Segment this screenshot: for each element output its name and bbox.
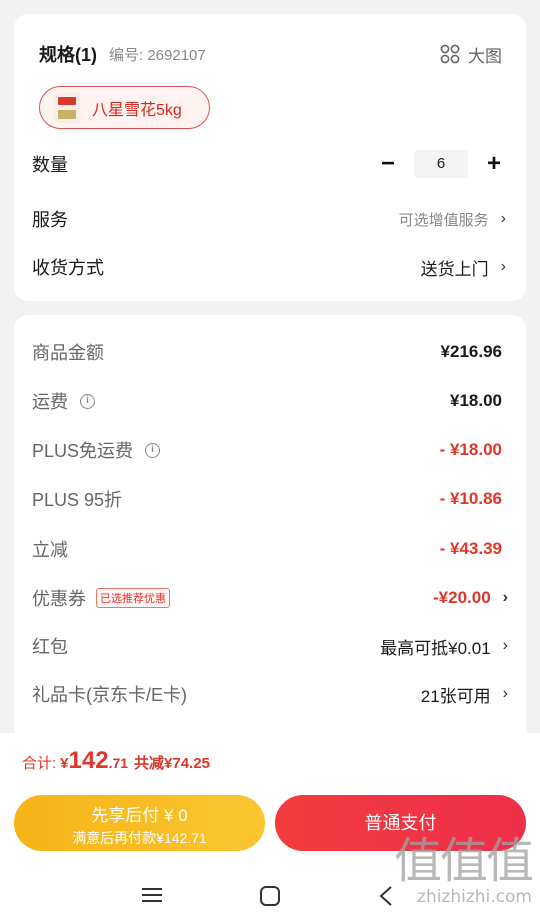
shipping-label: 运费 bbox=[32, 392, 68, 412]
home-icon[interactable] bbox=[259, 885, 281, 907]
total-integer: 142 bbox=[68, 747, 109, 774]
service-label: 服务 bbox=[32, 210, 68, 230]
service-value: 可选增值服务 bbox=[398, 211, 489, 229]
coupon-value: -¥20.00 bbox=[433, 588, 491, 607]
spec-header: 规格(1) 编号: 2692107 大图 bbox=[39, 42, 502, 66]
chevron-right-icon: › bbox=[502, 589, 508, 606]
system-nav-bar bbox=[0, 873, 540, 921]
product-thumbnail bbox=[54, 92, 80, 123]
pay-later-title: 先享后付 ¥ 0 bbox=[91, 806, 188, 825]
total-decimal: .71 bbox=[108, 755, 129, 771]
plus-free-shipping-label: PLUS免运费 bbox=[32, 441, 134, 461]
chevron-right-icon: › bbox=[500, 210, 506, 227]
price-row-shipping: 运费 i ¥18.00 bbox=[32, 388, 502, 414]
variant-label: 八星雪花5kg bbox=[92, 101, 182, 119]
price-row-plus-discount: PLUS 95折 - ¥10.86 bbox=[32, 486, 502, 512]
plus-free-shipping-value: - ¥18.00 bbox=[439, 440, 502, 459]
chevron-right-icon: › bbox=[500, 258, 506, 275]
sku-number: 编号: 2692107 bbox=[109, 46, 206, 64]
total-savings: 共减¥74.25 bbox=[134, 755, 210, 772]
price-row-goods: 商品金额 ¥216.96 bbox=[32, 339, 502, 365]
goods-amount-value: ¥216.96 bbox=[440, 342, 502, 361]
price-row-gift-card[interactable]: 礼品卡(京东卡/E卡) 21张可用 › bbox=[32, 681, 508, 707]
info-icon[interactable]: i bbox=[80, 393, 95, 409]
coupon-label: 优惠券 bbox=[32, 589, 86, 609]
quantity-row: 数量 − 6 + bbox=[32, 149, 506, 179]
quantity-minus-button[interactable]: − bbox=[376, 150, 400, 178]
variant-chip-selected[interactable]: 八星雪花5kg bbox=[39, 86, 210, 129]
instant-discount-value: - ¥43.39 bbox=[439, 539, 502, 558]
chevron-right-icon: › bbox=[502, 685, 508, 702]
quantity-label: 数量 bbox=[32, 155, 68, 175]
pay-later-button[interactable]: 先享后付 ¥ 0 满意后再付款¥142.71 bbox=[14, 795, 265, 851]
coupon-recommended-tag: 已选推荐优惠 bbox=[96, 588, 170, 608]
price-row-red-packet[interactable]: 红包 最高可抵¥0.01 › bbox=[32, 633, 508, 659]
delivery-value: 送货上门 bbox=[420, 259, 489, 279]
order-total: 合计: ¥ 142 .71 共减¥74.25 bbox=[22, 747, 210, 775]
delivery-label: 收货方式 bbox=[32, 258, 104, 278]
service-row[interactable]: 服务 可选增值服务 › bbox=[32, 204, 506, 234]
price-row-plus-free-shipping: PLUS免运费 i - ¥18.00 bbox=[32, 437, 502, 463]
price-card: 商品金额 ¥216.96 运费 i ¥18.00 PLUS免运费 i - ¥18.0… bbox=[14, 315, 526, 745]
menu-icon[interactable] bbox=[141, 885, 163, 905]
quantity-stepper: − 6 + bbox=[376, 150, 506, 178]
gift-card-label: 礼品卡(京东卡/E卡) bbox=[32, 685, 187, 705]
delivery-row[interactable]: 收货方式 送货上门 › bbox=[32, 252, 506, 282]
red-packet-value: 最高可抵¥0.01 bbox=[380, 638, 491, 658]
grid-icon bbox=[440, 44, 460, 64]
quantity-input[interactable]: 6 bbox=[414, 150, 468, 178]
spec-title: 规格(1) bbox=[39, 45, 97, 65]
checkout-bar: 合计: ¥ 142 .71 共减¥74.25 先享后付 ¥ 0 满意后再付款¥1… bbox=[0, 733, 540, 921]
big-image-button[interactable]: 大图 bbox=[440, 42, 502, 67]
plus-discount-label: PLUS 95折 bbox=[32, 490, 123, 510]
big-image-label: 大图 bbox=[468, 46, 502, 66]
back-icon[interactable] bbox=[378, 885, 394, 907]
pay-later-subtitle: 满意后再付款¥142.71 bbox=[72, 830, 207, 846]
gift-card-value: 21张可用 bbox=[420, 686, 491, 706]
price-row-coupon[interactable]: 优惠券 已选推荐优惠 -¥20.00 › bbox=[32, 585, 508, 611]
info-icon[interactable]: i bbox=[145, 442, 161, 458]
instant-discount-label: 立减 bbox=[32, 540, 68, 560]
red-packet-label: 红包 bbox=[32, 637, 68, 657]
spec-card: 规格(1) 编号: 2692107 大图 八星雪花5kg 数量 − 6 + 服务… bbox=[14, 14, 526, 301]
quantity-plus-button[interactable]: + bbox=[482, 150, 506, 178]
plus-discount-value: - ¥10.86 bbox=[439, 489, 502, 508]
price-row-instant-discount: 立减 - ¥43.39 bbox=[32, 536, 502, 562]
total-currency: ¥ bbox=[60, 755, 69, 772]
total-label: 合计: bbox=[22, 755, 57, 772]
goods-amount-label: 商品金额 bbox=[32, 343, 104, 363]
chevron-right-icon: › bbox=[502, 637, 508, 654]
shipping-value: ¥18.00 bbox=[450, 391, 502, 410]
